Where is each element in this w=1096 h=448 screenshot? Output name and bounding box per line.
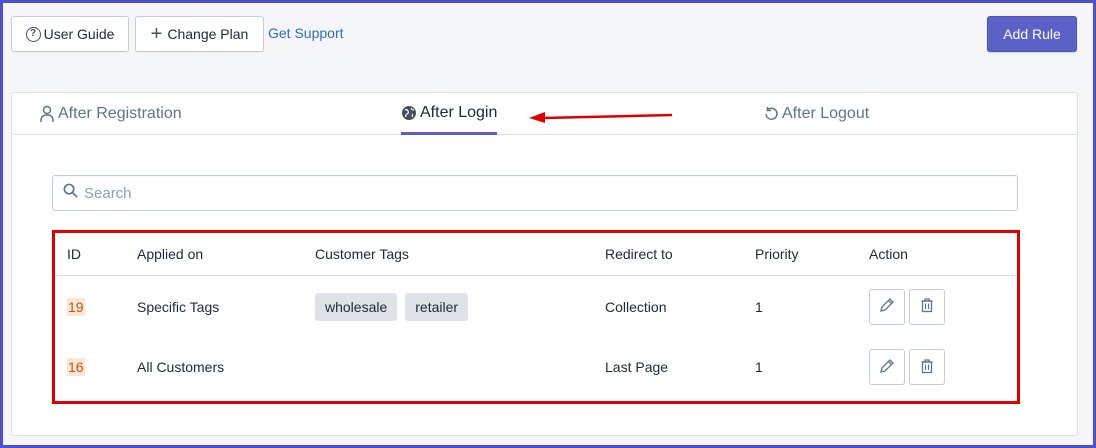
- rule-id-badge: 16: [67, 358, 85, 376]
- tab-label: After Registration: [58, 104, 182, 122]
- table-row: 16 All Customers Last Page 1: [55, 336, 1017, 398]
- header-priority: Priority: [755, 246, 799, 262]
- tab-after-registration[interactable]: After Registration: [39, 93, 182, 134]
- redirect-to-value: Collection: [605, 298, 667, 315]
- customer-tags-cell: wholesale retailer: [315, 277, 469, 336]
- rule-id-badge: 19: [67, 297, 85, 316]
- tab-after-logout[interactable]: After Logout: [763, 93, 869, 134]
- table-row: 19 Specific Tags wholesale retailer Coll…: [55, 277, 1017, 336]
- header-customer-tags: Customer Tags: [315, 246, 409, 262]
- pencil-icon: [879, 297, 895, 316]
- get-support-link[interactable]: Get Support: [268, 25, 344, 41]
- header-redirect-to: Redirect to: [605, 246, 673, 262]
- priority-value: 1: [755, 359, 763, 375]
- search-bar: [52, 175, 1018, 211]
- header-id: ID: [67, 246, 81, 262]
- trash-icon: [919, 297, 935, 316]
- header-action: Action: [869, 246, 908, 262]
- change-plan-label: Change Plan: [167, 26, 249, 42]
- redirect-to-value: Last Page: [605, 359, 669, 375]
- plus-icon: +: [150, 23, 163, 45]
- change-plan-button[interactable]: + Change Plan: [135, 16, 264, 52]
- delete-button[interactable]: [909, 288, 945, 325]
- annotation-arrow: [529, 112, 673, 123]
- action-cell: [869, 277, 945, 336]
- edit-button[interactable]: [869, 349, 905, 385]
- undo-icon: [763, 106, 779, 122]
- user-icon: [39, 105, 55, 123]
- edit-button[interactable]: [869, 288, 905, 325]
- applied-on-value: Specific Tags: [137, 298, 220, 315]
- header-applied-on: Applied on: [137, 246, 204, 262]
- customer-tag: wholesale: [315, 292, 398, 321]
- customer-tag: retailer: [405, 292, 469, 321]
- trash-icon: [919, 358, 935, 377]
- user-guide-button[interactable]: ? User Guide: [11, 16, 129, 52]
- globe-icon: [401, 105, 417, 121]
- add-rule-button[interactable]: Add Rule: [987, 16, 1077, 52]
- search-input[interactable]: [84, 184, 984, 202]
- tab-label: After Logout: [782, 104, 870, 122]
- question-circle-icon: ?: [25, 26, 41, 42]
- rules-card: After Registration After Login After Log…: [11, 92, 1078, 436]
- top-toolbar: ? User Guide + Change Plan Get Support A…: [11, 16, 1077, 52]
- rules-table: ID Applied on Customer Tags Redirect to …: [52, 230, 1020, 404]
- action-cell: [869, 336, 945, 398]
- user-guide-label: User Guide: [43, 26, 115, 42]
- delete-button[interactable]: [909, 349, 945, 385]
- applied-on-value: All Customers: [137, 359, 225, 375]
- search-icon: [63, 183, 78, 203]
- table-header-row: ID Applied on Customer Tags Redirect to …: [55, 233, 1017, 276]
- tab-label: After Login: [420, 103, 498, 121]
- priority-value: 1: [755, 298, 763, 315]
- pencil-icon: [879, 358, 895, 377]
- tab-bar: After Registration After Login After Log…: [12, 93, 1077, 135]
- tab-after-login[interactable]: After Login: [401, 93, 498, 135]
